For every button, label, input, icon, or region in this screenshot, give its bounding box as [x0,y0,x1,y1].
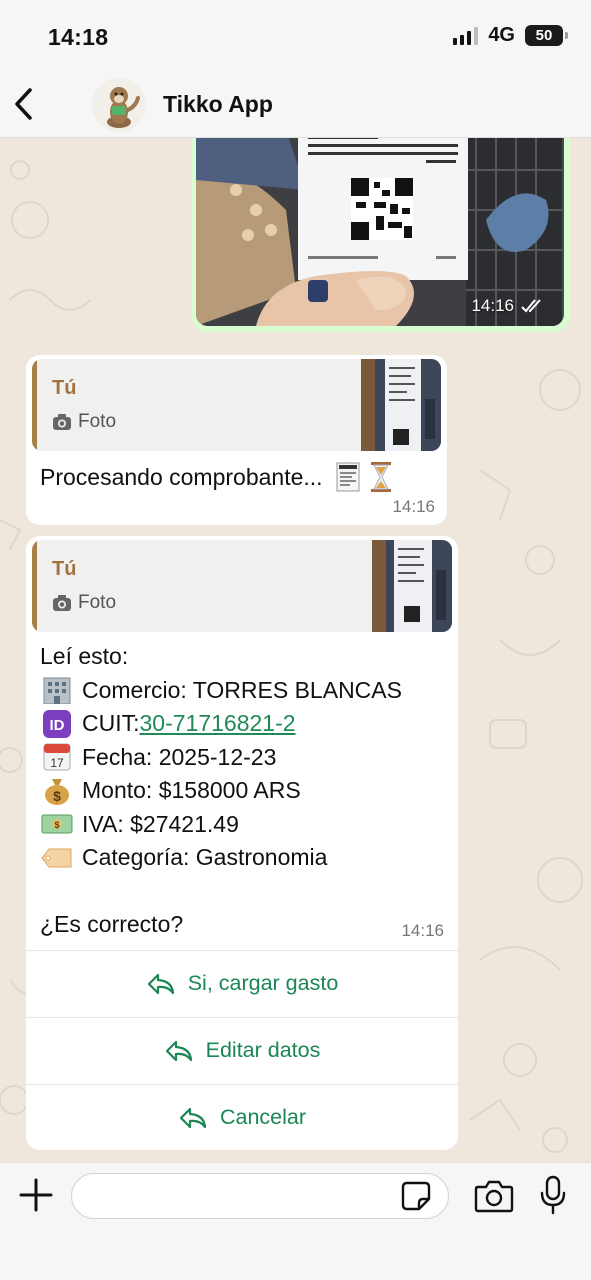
result-line-amount: $ Monto: $158000 ARS [40,774,450,808]
quote-kind: Foto [52,411,116,433]
id-icon: ID [40,709,74,738]
outgoing-image-message[interactable]: 14:16 [192,130,570,332]
category-value: Categoría: Gastronomia [82,844,328,871]
reply-arrow-icon [179,1107,207,1128]
date-value: Fecha: 2025-12-23 [82,743,277,770]
quote-author: Tú [52,377,77,399]
result-line-category: Categoría: Gastronomia [40,841,450,875]
confirm-expense-button[interactable]: Si, cargar gasto [26,950,458,1016]
processing-text: Procesando comprobante... [40,463,323,490]
quote-kind: Foto [52,592,116,614]
message-timestamp: 14:16 [392,497,435,516]
label-tag-icon [40,844,74,872]
network-type: 4G [488,24,515,46]
image-timestamp: 14:16 [471,296,544,316]
calendar-icon: 17 [40,743,74,771]
message-input[interactable] [71,1173,449,1219]
confirm-expense-label: Si, cargar gasto [187,971,339,995]
reply-arrow-icon [165,1040,192,1061]
svg-text:$: $ [54,820,59,830]
receipt-icon [336,462,360,492]
battery-icon: 50 [525,25,568,46]
result-line-commerce: Comercio: TORRES BLANCAS [40,674,450,708]
cuit-link[interactable]: 30-71716821-2 [140,710,296,737]
banknote-icon: $ [40,810,74,838]
edit-data-label: Editar datos [205,1038,321,1062]
chat-header: 14:18 4G 50 Tikko App [0,0,591,138]
hourglass-icon [370,462,391,492]
plus-icon[interactable] [18,1177,54,1213]
reply-arrow-icon [147,973,174,994]
back-chevron-icon[interactable] [10,86,40,122]
receipt-photo[interactable]: 14:16 [196,130,564,326]
incoming-message-result[interactable]: Tú Foto Leí esto: Comercio: TORRES BLANC… [26,536,458,1150]
camera-icon[interactable] [474,1179,514,1213]
read-checkmarks-icon [521,299,541,313]
image-time: 14:16 [471,296,514,315]
result-intro: Leí esto: [40,643,129,670]
quote-thumbnail [361,359,441,451]
cuit-label: CUIT: [82,710,140,737]
svg-text:$: $ [53,788,61,804]
microphone-icon[interactable] [538,1175,568,1215]
office-building-icon [40,676,74,705]
quote-thumbnail [372,540,452,632]
processing-text-row: Procesando comprobante... [40,461,393,493]
iva-value: IVA: $27421.49 [82,810,239,837]
status-time: 14:18 [48,24,109,50]
commerce-value: Comercio: TORRES BLANCAS [82,676,402,703]
camera-icon [53,414,71,430]
svg-text:ID: ID [50,717,65,734]
quote-author: Tú [52,558,77,580]
incoming-message-processing[interactable]: Tú Foto Procesando comprobante... 14:16 [26,355,447,525]
result-line-date: 17 Fecha: 2025-12-23 [40,741,450,775]
cancel-button[interactable]: Cancelar [26,1084,458,1150]
edit-data-button[interactable]: Editar datos [26,1017,458,1083]
message-timestamp: 14:16 [401,921,444,940]
money-bag-icon: $ [40,777,74,805]
result-line-cuit: ID CUIT: 30-71716821-2 [40,707,450,741]
quoted-message[interactable]: Tú Foto [32,359,441,451]
camera-icon [53,595,71,611]
result-text: Leí esto: Comercio: TORRES BLANCAS ID CU… [40,640,450,942]
quote-kind-label: Foto [78,592,117,613]
svg-text:17: 17 [50,756,64,770]
sticker-icon[interactable] [401,1181,431,1211]
quoted-message[interactable]: Tú Foto [32,540,452,632]
cancel-label: Cancelar [219,1105,307,1129]
contact-avatar[interactable] [92,78,146,132]
result-line-iva: $ IVA: $27421.49 [40,808,450,842]
quote-kind-label: Foto [78,411,117,432]
composer-bar [0,1162,591,1280]
status-indicators: 4G 50 [453,24,568,47]
signal-icon [453,26,479,45]
chat-title[interactable]: Tikko App [163,91,273,118]
amount-value: Monto: $158000 ARS [82,777,301,804]
result-question: ¿Es correcto? [40,911,184,938]
